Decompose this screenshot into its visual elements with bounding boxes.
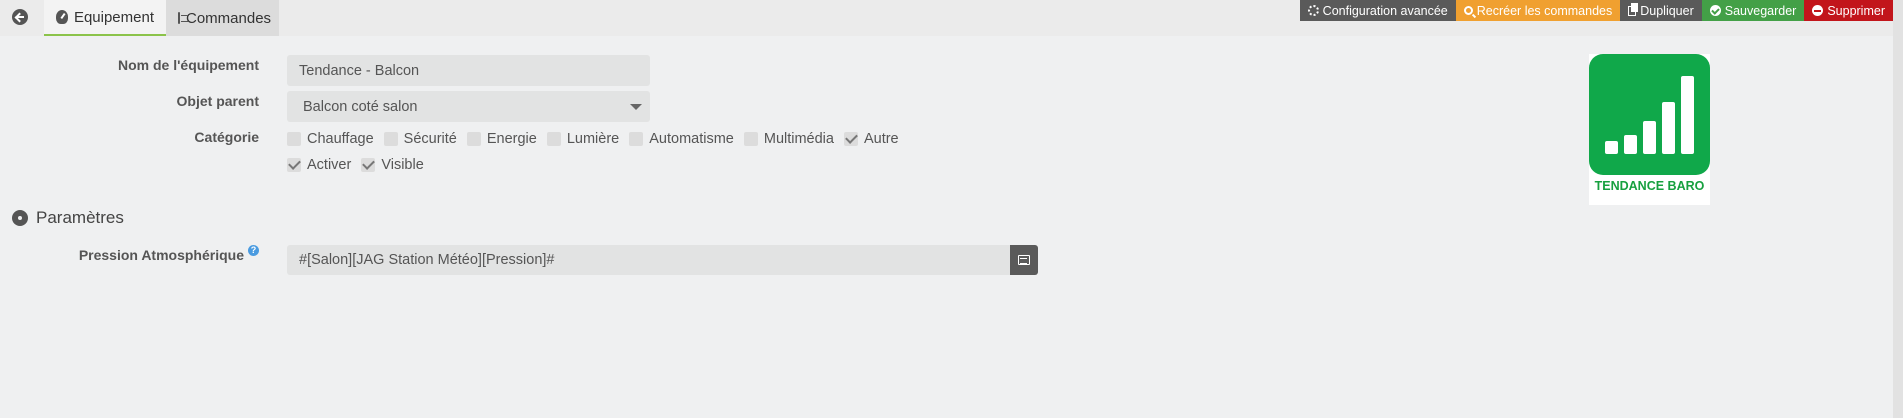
help-icon[interactable]: ? (248, 245, 259, 256)
category-energie[interactable]: Energie (466, 131, 537, 147)
parent-label: Objet parent (176, 93, 259, 109)
delete-label: Supprimer (1827, 3, 1885, 18)
tab-commandes-label: Commandes (186, 9, 272, 27)
checkbox[interactable] (546, 132, 561, 146)
action-buttons: Configuration avancée Recréer les comman… (1299, 0, 1893, 21)
checkbox-checked[interactable] (843, 132, 858, 146)
chevron-down-icon (630, 104, 642, 110)
scrollbar[interactable] (1893, 0, 1903, 418)
logo-text: TENDANCE BARO (1594, 179, 1705, 193)
checkbox-checked[interactable] (361, 158, 376, 172)
pression-input[interactable]: #[Salon][JAG Station Météo][Pression]# (287, 245, 1010, 275)
signal-bar-icon (1662, 102, 1675, 154)
signal-bar-icon (1624, 135, 1637, 154)
category-label-text: Energie (486, 131, 537, 147)
tab-equipement-label: Equipement (73, 8, 154, 26)
category-chauffage[interactable]: Chauffage (287, 131, 374, 147)
gauge-icon (56, 10, 68, 24)
category-multimedia[interactable]: Multimédia (743, 131, 834, 147)
checkbox[interactable] (466, 132, 481, 146)
category-lumiere[interactable]: Lumière (546, 131, 620, 147)
tab-commandes[interactable]: Commandes (166, 0, 279, 36)
checkbox[interactable] (743, 132, 758, 146)
pression-label-text: Pression Atmosphérique (78, 247, 244, 263)
gears-icon (1307, 5, 1319, 16)
name-input[interactable]: Tendance - Balcon (287, 55, 650, 86)
category-label-text: Multimédia (763, 131, 834, 147)
search-icon (1463, 6, 1473, 15)
checkbox-checked[interactable] (287, 158, 301, 172)
save-button[interactable]: Sauvegarder (1701, 0, 1805, 21)
category-label-text: Sécurité (403, 131, 457, 147)
category-label-text: Chauffage (307, 131, 374, 147)
recreate-commands-button[interactable]: Recréer les commandes (1455, 0, 1621, 21)
activer-checkbox[interactable]: Activer (287, 157, 351, 173)
signal-bar-icon (1681, 76, 1694, 154)
category-label: Catégorie (194, 129, 259, 145)
status-checkboxes: Activer Visible (287, 157, 434, 173)
category-autre[interactable]: Autre (843, 131, 899, 147)
category-securite[interactable]: Sécurité (383, 131, 457, 147)
signal-bar-icon (1643, 121, 1656, 154)
category-label-text: Lumière (566, 131, 620, 147)
parent-value: Balcon coté salon (303, 98, 418, 115)
plugin-logo: TENDANCE BARO (1589, 54, 1710, 205)
section-title-text: Paramètres (36, 208, 124, 227)
recreate-commands-label: Recréer les commandes (1476, 3, 1613, 18)
signal-bar-icon (1605, 141, 1618, 154)
minus-circle-icon (1812, 5, 1824, 16)
save-label: Sauvegarder (1724, 3, 1797, 18)
checkbox[interactable] (629, 132, 644, 146)
list-icon (1018, 255, 1030, 265)
tab-equipement[interactable]: Equipement (44, 0, 166, 36)
parent-select[interactable]: Balcon coté salon (287, 91, 650, 122)
list-icon (178, 12, 188, 24)
visible-checkbox[interactable]: Visible (361, 157, 424, 173)
activer-label: Activer (307, 157, 352, 173)
category-label-text: Autre (863, 131, 899, 147)
logo-background (1589, 54, 1710, 175)
back-icon[interactable] (12, 9, 28, 25)
category-automatisme[interactable]: Automatisme (629, 131, 734, 147)
checkbox[interactable] (383, 132, 398, 146)
advanced-config-label: Configuration avancée (1322, 3, 1448, 18)
pression-label: Pression Atmosphérique? (78, 245, 259, 263)
delete-button[interactable]: Supprimer (1804, 0, 1893, 21)
name-value: Tendance - Balcon (299, 62, 420, 79)
select-command-button[interactable] (1010, 245, 1038, 275)
visible-label: Visible (381, 157, 424, 173)
copy-icon (1628, 2, 1639, 16)
name-label: Nom de l'équipement (117, 57, 259, 73)
duplicate-label: Dupliquer (1640, 3, 1694, 18)
checkbox[interactable] (287, 132, 301, 146)
advanced-config-button[interactable]: Configuration avancée (1299, 0, 1456, 21)
gear-icon (12, 210, 28, 226)
parameters-section-title: Paramètres (12, 208, 124, 228)
pression-value: #[Salon][JAG Station Météo][Pression]# (299, 252, 555, 268)
duplicate-button[interactable]: Dupliquer (1620, 0, 1702, 21)
check-circle-icon (1709, 5, 1721, 16)
category-checkboxes: Chauffage Sécurité Energie Lumière Autom… (287, 131, 909, 147)
category-label-text: Automatisme (649, 131, 734, 147)
